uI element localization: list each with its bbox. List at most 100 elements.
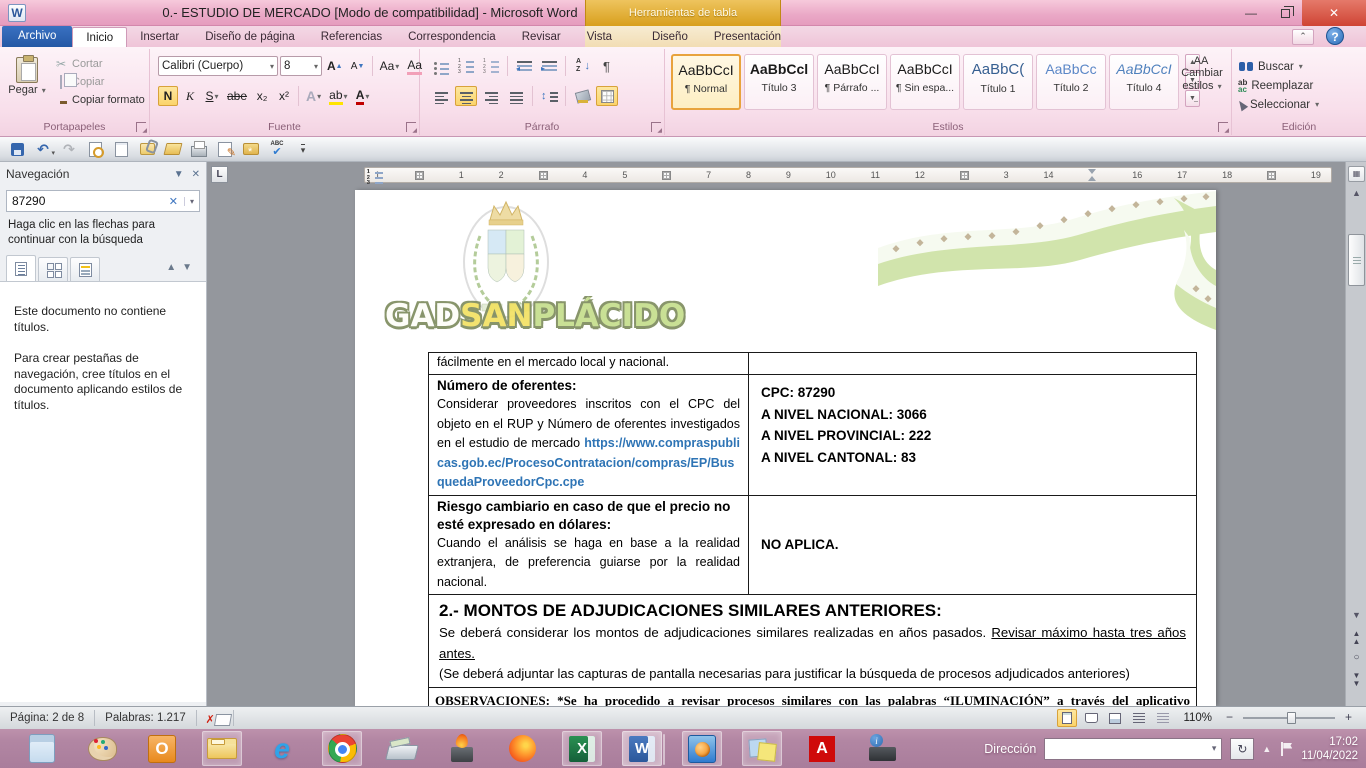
cell-cpc-values[interactable]: CPC: 87290A NIVEL NACIONAL: 3066A NIVEL … xyxy=(749,375,1196,495)
tab-inicio[interactable]: Inicio xyxy=(72,27,127,47)
tab-insertar[interactable]: Insertar xyxy=(127,27,192,47)
previous-result-icon[interactable]: ▲ xyxy=(166,262,182,273)
nav-pane-menu-icon[interactable]: ▼ xyxy=(174,169,184,180)
media-player-icon[interactable] xyxy=(682,731,722,766)
page-indicator[interactable]: Página: 2 de 8 xyxy=(0,710,95,726)
restore-button[interactable] xyxy=(1268,0,1302,26)
tab-archivo[interactable]: Archivo xyxy=(2,26,72,47)
fullscreen-reading-view-button[interactable] xyxy=(1081,709,1101,727)
borders-button[interactable] xyxy=(596,86,618,106)
web-layout-view-button[interactable] xyxy=(1105,709,1125,727)
bold-button[interactable]: N xyxy=(158,86,178,106)
vertical-scrollbar[interactable]: ▦ ▲ ▼ ▲▲ ○ ▼▼ xyxy=(1345,162,1366,706)
print-preview-icon[interactable] xyxy=(84,139,106,159)
tab-referencias[interactable]: Referencias xyxy=(308,27,395,47)
portapapeles-dialog-launcher-icon[interactable] xyxy=(136,122,146,132)
cell-numero-oferentes[interactable]: Número de oferentes: Considerar proveedo… xyxy=(429,375,749,495)
tab-tabla-diseno[interactable]: Diseño xyxy=(639,27,701,47)
multilevel-list-button[interactable] xyxy=(480,56,502,76)
next-page-icon[interactable]: ▼▼ xyxy=(1348,672,1365,688)
align-right-button[interactable] xyxy=(480,86,502,106)
style-card[interactable]: AaBbCcI ¶ Párrafo ... xyxy=(817,54,887,110)
copy-button[interactable]: Copiar xyxy=(50,73,148,91)
superscript-button[interactable]: x² xyxy=(274,86,294,106)
open-icon[interactable] xyxy=(162,139,184,159)
tab-correspondencia[interactable]: Correspondencia xyxy=(395,27,509,47)
shading-button[interactable] xyxy=(571,86,593,106)
table-row-section2[interactable]: 2.- MONTOS DE ADJUDICACIONES SIMILARES A… xyxy=(429,594,1196,687)
file-explorer-icon[interactable] xyxy=(202,731,242,766)
media-burner-icon[interactable] xyxy=(442,731,482,766)
italic-button[interactable]: K xyxy=(180,86,200,106)
tab-revisar[interactable]: Revisar xyxy=(509,27,574,47)
print-icon[interactable] xyxy=(188,139,210,159)
spelling-icon[interactable] xyxy=(266,139,288,159)
undo-icon[interactable] xyxy=(32,139,54,159)
document-page[interactable]: GADSANPLÁCIDO fácilmente en el mercado l… xyxy=(355,190,1216,706)
quick-edit-icon[interactable] xyxy=(214,139,236,159)
nav-tab-pages[interactable] xyxy=(38,257,68,281)
word-icon[interactable] xyxy=(622,731,662,766)
zoom-thumb[interactable] xyxy=(1287,712,1296,724)
style-card[interactable]: AaBbC( Título 1 xyxy=(963,54,1033,110)
firefox-icon[interactable] xyxy=(502,731,542,766)
cell-empty[interactable] xyxy=(749,353,1196,374)
show-marks-button[interactable] xyxy=(596,56,618,76)
format-painter-button[interactable]: Copiar formato xyxy=(50,91,148,109)
calculator-icon[interactable] xyxy=(22,731,62,766)
strikethrough-button[interactable]: abe xyxy=(224,86,250,106)
search-options-icon[interactable]: ▾ xyxy=(184,197,194,206)
style-card[interactable]: AaBbCcI ¶ Sin espa... xyxy=(890,54,960,110)
tab-tabla-presentacion[interactable]: Presentación xyxy=(701,27,794,47)
action-center-flag-icon[interactable] xyxy=(1279,742,1293,756)
subscript-button[interactable]: x₂ xyxy=(252,86,272,106)
cell-riesgo-cambiario[interactable]: Riesgo cambiario en caso de que el preci… xyxy=(429,496,749,595)
text-effects-button[interactable]: A▾ xyxy=(303,86,324,106)
font-color-button[interactable]: A▾ xyxy=(353,86,373,106)
nav-pane-close-icon[interactable]: ✕ xyxy=(192,169,200,180)
select-browse-object-icon[interactable]: ○ xyxy=(1348,654,1365,662)
paste-button[interactable]: Pegar ▾ xyxy=(6,53,48,119)
line-spacing-button[interactable] xyxy=(538,86,560,106)
underline-button[interactable]: S▾ xyxy=(202,86,222,106)
style-card[interactable]: AaBbCcl Título 3 xyxy=(744,54,814,110)
attach-icon[interactable] xyxy=(136,139,158,159)
zoom-in-icon[interactable]: + xyxy=(1341,711,1356,726)
highlight-color-button[interactable]: ab▾ xyxy=(326,86,350,106)
sticky-notes-icon[interactable] xyxy=(742,731,782,766)
style-card[interactable]: AaBbCcI ¶ Normal xyxy=(671,54,741,110)
address-dropdown-icon[interactable]: ▾ xyxy=(1212,743,1217,754)
tab-vista[interactable]: Vista xyxy=(574,27,625,47)
scrollbar-thumb[interactable] xyxy=(1348,234,1365,286)
bullets-button[interactable] xyxy=(430,56,452,76)
shrink-font-button[interactable]: A▼ xyxy=(348,56,368,76)
font-size-combo[interactable]: 8▾ xyxy=(280,56,322,76)
printer-info-icon[interactable] xyxy=(862,731,902,766)
taskbar-clock[interactable]: 17:02 11/04/2022 xyxy=(1301,735,1358,763)
outlook-icon[interactable] xyxy=(142,731,182,766)
toolbar-more-icon[interactable] xyxy=(292,139,314,159)
tab-stop-selector[interactable]: L xyxy=(211,166,228,183)
new-document-icon[interactable] xyxy=(110,139,132,159)
draft-view-button[interactable] xyxy=(1153,709,1173,727)
find-button[interactable]: Buscar▾ xyxy=(1234,57,1319,76)
tab-diseno-pagina[interactable]: Diseño de página xyxy=(192,27,308,47)
increase-indent-button[interactable] xyxy=(538,56,560,76)
grow-font-button[interactable]: A▲ xyxy=(324,56,346,76)
save-icon[interactable] xyxy=(6,139,28,159)
nav-search-input[interactable]: 87290 ✕ ▾ xyxy=(6,190,200,212)
replace-button[interactable]: abacReemplazar xyxy=(1234,76,1319,95)
internet-explorer-icon[interactable] xyxy=(262,731,302,766)
address-go-icon[interactable]: ↻ xyxy=(1230,738,1254,760)
scroll-down-icon[interactable]: ▼ xyxy=(1348,610,1365,620)
outline-view-button[interactable] xyxy=(1129,709,1149,727)
zoom-track[interactable] xyxy=(1243,717,1335,719)
autocad-icon[interactable] xyxy=(802,731,842,766)
style-card[interactable]: AaBbCcI Título 4 xyxy=(1109,54,1179,110)
font-name-combo[interactable]: Calibri (Cuerpo)▾ xyxy=(158,56,278,76)
align-center-button[interactable] xyxy=(455,86,477,106)
close-button[interactable]: ✕ xyxy=(1302,0,1366,26)
previous-page-icon[interactable]: ▲▲ xyxy=(1348,630,1365,646)
change-case-button[interactable]: Aa▾ xyxy=(377,56,403,76)
paint-icon[interactable] xyxy=(82,731,122,766)
